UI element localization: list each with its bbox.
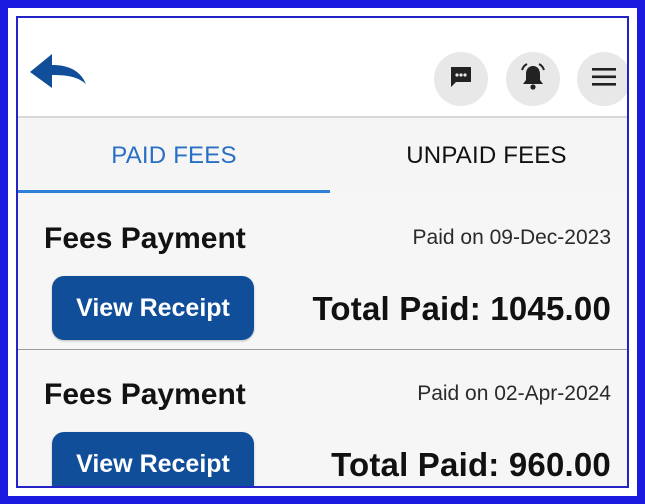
app-frame: PAID FEES UNPAID FEES Fees Payment Paid …	[0, 0, 645, 504]
payments-list: Fees Payment Paid on 09-Dec-2023 View Re…	[18, 194, 627, 486]
view-receipt-button[interactable]: View Receipt	[52, 276, 254, 340]
tab-unpaid-fees[interactable]: UNPAID FEES	[330, 118, 627, 194]
total-paid: Total Paid: 1045.00	[312, 290, 611, 327]
payment-card: Fees Payment Paid on 09-Dec-2023 View Re…	[18, 194, 627, 351]
payment-title: Fees Payment	[44, 378, 246, 411]
fees-tabs: PAID FEES UNPAID FEES	[18, 118, 627, 195]
payment-card: Fees Payment Paid on 02-Apr-2024 View Re…	[18, 350, 627, 486]
bell-icon	[517, 61, 549, 98]
notifications-button[interactable]	[506, 52, 560, 106]
app-screen: PAID FEES UNPAID FEES Fees Payment Paid …	[16, 16, 629, 488]
menu-icon	[590, 66, 618, 93]
chat-icon	[448, 64, 474, 95]
menu-button[interactable]	[577, 52, 627, 106]
paid-on-date: Paid on 09-Dec-2023	[412, 226, 611, 249]
back-arrow-icon[interactable]	[28, 50, 88, 94]
tab-paid-fees[interactable]: PAID FEES	[18, 118, 330, 194]
total-paid: Total Paid: 960.00	[331, 446, 611, 483]
active-tab-indicator	[18, 190, 330, 193]
payment-title: Fees Payment	[44, 222, 246, 255]
paid-on-date: Paid on 02-Apr-2024	[417, 382, 611, 405]
view-receipt-button[interactable]: View Receipt	[52, 432, 254, 486]
top-app-bar	[18, 18, 627, 118]
chat-button[interactable]	[434, 52, 488, 106]
